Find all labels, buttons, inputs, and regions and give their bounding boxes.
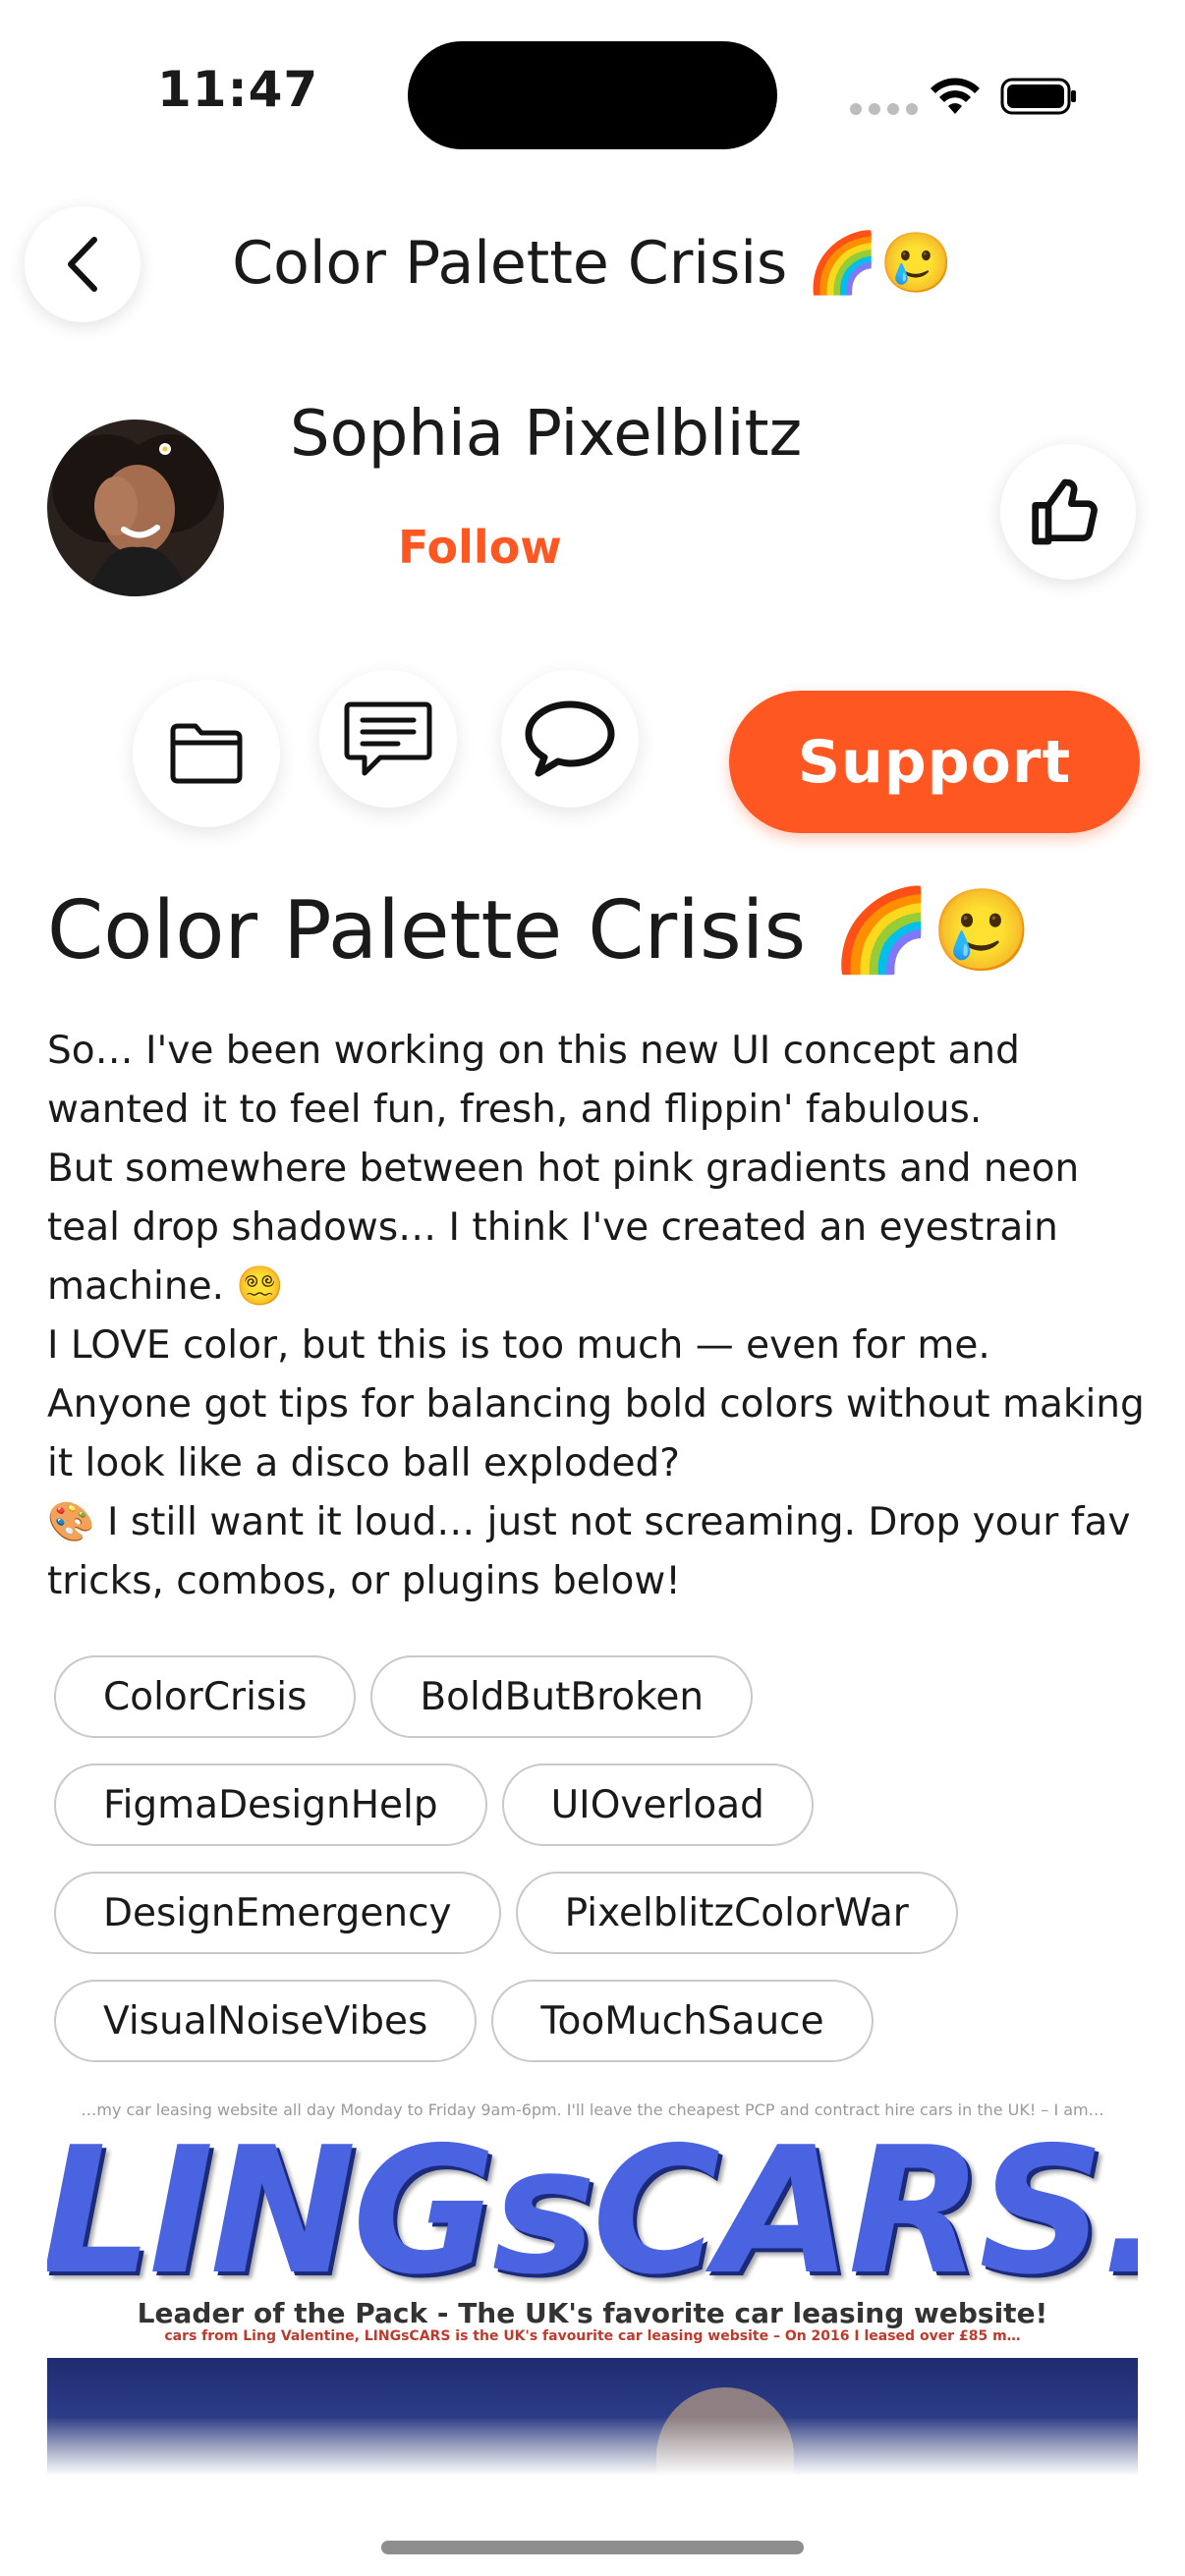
folder-icon <box>170 723 243 784</box>
tag-list: ColorCrisis BoldButBroken FigmaDesignHel… <box>54 1655 1145 2062</box>
author-name[interactable]: Sophia Pixelblitz <box>290 398 802 471</box>
tag-chip[interactable]: DesignEmergency <box>54 1872 501 1954</box>
home-indicator[interactable] <box>381 2541 804 2554</box>
follow-button[interactable]: Follow <box>398 521 562 574</box>
image-fade <box>47 2417 1138 2476</box>
chat-button[interactable] <box>501 670 639 808</box>
image-subline: cars from Ling Valentine, LINGsCARS is t… <box>164 2328 1021 2344</box>
like-button[interactable] <box>1000 444 1136 580</box>
tag-chip[interactable]: TooMuchSauce <box>491 1980 874 2062</box>
post-paragraph: 🎨 I still want it loud… just not screami… <box>47 1500 1131 1603</box>
tag-chip[interactable]: UIOverload <box>501 1764 814 1846</box>
post-title: Color Palette Crisis 🌈🥲 <box>47 884 1033 978</box>
avatar-image <box>47 420 224 596</box>
status-time: 11:47 <box>157 61 319 118</box>
thumbs-up-icon <box>1032 478 1098 545</box>
image-tagline: Leader of the Pack - The UK's favorite c… <box>137 2297 1048 2329</box>
dynamic-island <box>408 41 777 149</box>
signal-dots-icon <box>850 103 918 115</box>
post-body: So… I've been working on this new UI con… <box>47 1022 1148 1611</box>
tag-chip[interactable]: ColorCrisis <box>54 1655 357 1738</box>
post-paragraph: So… I've been working on this new UI con… <box>47 1029 1020 1132</box>
post-paragraph: Anyone got tips for balancing bold color… <box>47 1382 1145 1485</box>
wifi-icon <box>931 78 980 114</box>
message-lines-icon <box>344 701 432 776</box>
post-paragraph: But somewhere between hot pink gradients… <box>47 1147 1080 1309</box>
post-image[interactable]: …my car leasing website all day Monday t… <box>47 2093 1138 2476</box>
image-logo-text: LINGsCARS.com <box>47 2109 1138 2313</box>
folder-button[interactable] <box>133 680 280 827</box>
tag-chip[interactable]: FigmaDesignHelp <box>54 1764 487 1846</box>
post-paragraph: I LOVE color, but this is too much — eve… <box>47 1323 990 1368</box>
page-title: Color Palette Crisis 🌈🥲 <box>232 229 953 298</box>
support-button[interactable]: Support <box>729 691 1140 833</box>
tag-chip[interactable]: VisualNoiseVibes <box>54 1980 478 2062</box>
tag-chip[interactable]: BoldButBroken <box>370 1655 754 1738</box>
comments-list-button[interactable] <box>319 670 457 808</box>
tag-chip[interactable]: PixelblitzColorWar <box>515 1872 958 1954</box>
battery-icon <box>1000 78 1076 115</box>
speech-bubble-icon <box>525 700 615 777</box>
avatar[interactable] <box>47 420 224 596</box>
